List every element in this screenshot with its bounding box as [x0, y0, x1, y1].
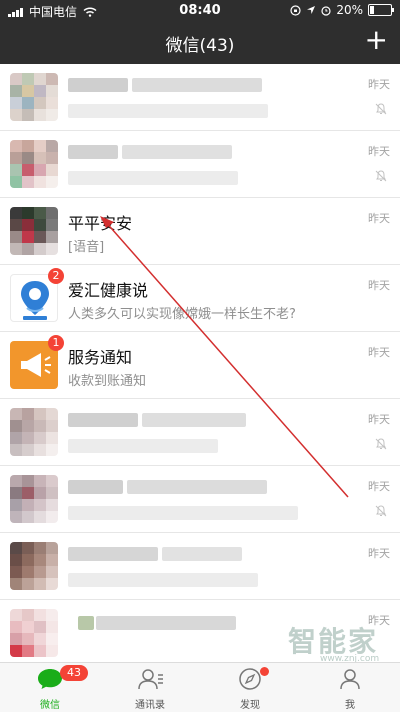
mute-icon — [375, 438, 387, 450]
plus-icon[interactable]: + — [365, 26, 388, 54]
tab-label: 通讯录 — [135, 700, 165, 711]
status-bar: 中国电信 08:40 20% — [0, 0, 400, 22]
chat-row[interactable]: 昨天 — [0, 131, 400, 198]
tab-discover[interactable]: 发现 — [220, 667, 280, 711]
person-icon — [340, 669, 360, 690]
name-redacted — [132, 78, 262, 92]
mute-icon — [375, 103, 387, 115]
nav-bar: 微信(43) + — [0, 22, 400, 64]
preview-redacted — [68, 506, 298, 520]
preview-redacted — [68, 573, 258, 587]
chat-name: 服务通知 — [68, 348, 133, 367]
chat-row-aihui-jiankang[interactable]: 2 爱汇健康说 人类多久可以实现像嫦娥一样长生不老? 昨天 — [0, 265, 400, 332]
avatar — [10, 207, 58, 255]
chat-time: 昨天 — [368, 413, 390, 426]
chat-time: 昨天 — [368, 346, 390, 359]
location-icon — [307, 6, 316, 14]
name-redacted — [142, 413, 246, 427]
name-redacted — [68, 145, 118, 159]
mute-icon — [375, 505, 387, 517]
unread-badge: 43 — [60, 665, 88, 681]
new-dot — [260, 667, 269, 676]
chat-preview: 人类多久可以实现像嫦娥一样长生不老? — [68, 307, 296, 322]
chat-row[interactable]: 昨天 — [0, 466, 400, 533]
name-redacted — [78, 616, 94, 630]
unread-badge: 1 — [48, 335, 64, 351]
chat-time: 昨天 — [368, 212, 390, 225]
chat-row-ping-ping-an-an[interactable]: 平平安安 [语音] 昨天 — [0, 198, 400, 265]
name-redacted — [162, 547, 242, 561]
chat-row[interactable]: 昨天 — [0, 533, 400, 600]
tab-me[interactable]: 我 — [320, 667, 380, 711]
chat-time: 昨天 — [368, 547, 390, 560]
battery-percent: 20% — [336, 3, 363, 17]
chat-list[interactable]: 昨天 昨天 平平安安 [语音] 昨天 2 爱汇健康说 人类多久可以实现像嫦娥一样… — [0, 64, 400, 667]
chat-row[interactable]: 昨天 — [0, 399, 400, 466]
avatar — [10, 73, 58, 121]
tab-label: 发现 — [240, 700, 260, 711]
avatar — [10, 542, 58, 590]
preview-redacted — [68, 104, 268, 118]
tab-label: 我 — [345, 700, 355, 711]
avatar — [10, 140, 58, 188]
contacts-icon — [138, 669, 163, 690]
preview-redacted — [68, 439, 218, 453]
avatar — [10, 475, 58, 523]
battery-icon — [368, 4, 394, 16]
tab-contacts[interactable]: 通讯录 — [120, 667, 180, 711]
chat-preview: 收款到账通知 — [68, 374, 147, 389]
tab-chats[interactable]: 微信 43 — [20, 665, 88, 711]
chat-row[interactable]: 昨天 — [0, 64, 400, 131]
name-redacted — [68, 78, 128, 92]
preview-redacted — [68, 171, 238, 185]
chat-time: 昨天 — [368, 78, 390, 91]
page-title: 微信(43) — [165, 36, 235, 56]
chat-row-service-notice[interactable]: 1 服务通知 收款到账通知 昨天 — [0, 332, 400, 399]
chat-time: 昨天 — [368, 480, 390, 493]
tab-bar: 微信 43 通讯录 发现 我 — [0, 662, 400, 712]
avatar — [10, 408, 58, 456]
mute-icon — [375, 170, 387, 182]
unread-badge: 2 — [48, 268, 64, 284]
alarm-icon — [321, 5, 331, 16]
name-redacted — [68, 413, 138, 427]
tab-label: 微信 — [40, 700, 60, 711]
name-redacted — [96, 616, 236, 630]
orientation-lock-icon — [290, 4, 301, 16]
chat-time: 昨天 — [368, 279, 390, 292]
chat-time: 昨天 — [368, 145, 390, 158]
name-redacted — [68, 480, 123, 494]
name-redacted — [68, 547, 158, 561]
chat-name: 平平安安 — [68, 214, 133, 233]
chat-name: 爱汇健康说 — [68, 281, 149, 300]
chat-preview: [语音] — [68, 240, 105, 255]
avatar — [10, 609, 58, 657]
name-redacted — [127, 480, 267, 494]
name-redacted — [122, 145, 232, 159]
